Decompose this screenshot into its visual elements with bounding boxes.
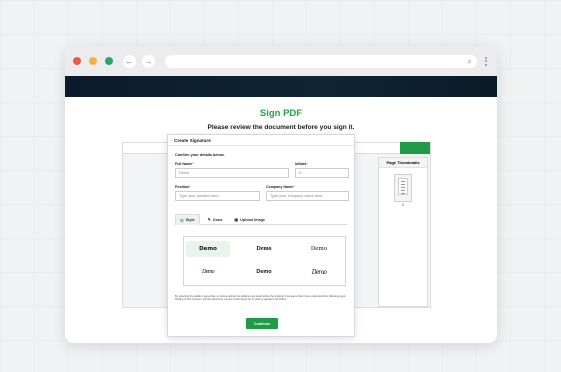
signature-style-option[interactable]: Demo (242, 241, 286, 257)
page-thumbnail-number: 1 (402, 203, 404, 207)
thumbnail-panel: Page Thumbnails 1 (378, 157, 428, 307)
back-arrow-icon[interactable]: ← (123, 54, 136, 68)
company-name-label: Company Name* (266, 185, 295, 189)
image-icon: ▣ (234, 217, 239, 222)
search-icon[interactable]: ⌕ (468, 57, 472, 67)
initials-label: Initials* (295, 162, 308, 166)
section-label: Confirm your details below. (175, 153, 225, 157)
position-label: Position* (175, 185, 191, 189)
signature-style-option[interactable]: Demo (242, 264, 286, 280)
signature-style-option[interactable]: Demo (186, 241, 230, 257)
viewer-action-button[interactable] (400, 142, 430, 154)
more-options-icon[interactable] (483, 56, 489, 66)
tab-draw[interactable]: ✎ Draw (204, 214, 227, 225)
page-title: Sign PDF (259, 108, 303, 119)
full-name-label: Full Name* (175, 162, 194, 166)
forward-arrow-icon[interactable]: → (142, 54, 155, 68)
page-subtitle: Please review the document before you si… (207, 124, 355, 131)
position-input[interactable]: Type your position here (175, 191, 260, 201)
style-icon: ☷ (180, 217, 184, 223)
tab-upload-image[interactable]: ▣ Upload Image (230, 214, 269, 225)
maximize-window-button[interactable] (105, 57, 113, 65)
dialog-title: Create Signature (168, 135, 354, 146)
close-window-button[interactable] (73, 57, 81, 65)
signature-style-option[interactable]: Demo (186, 264, 230, 280)
initials-input[interactable]: D (295, 168, 349, 178)
address-bar[interactable]: ⌕ (165, 54, 477, 68)
signature-style-option[interactable]: Demo (297, 241, 341, 257)
continue-button[interactable]: Continue (246, 318, 278, 329)
create-signature-dialog: Create Signature Confirm your details be… (167, 134, 355, 337)
site-header-bar (65, 76, 497, 97)
company-name-input[interactable]: Type your company name here (266, 191, 349, 201)
signature-tabs: ☷ Style ✎ Draw ▣ Upload Image (175, 214, 347, 225)
signature-style-option[interactable]: Demo (297, 264, 341, 280)
minimize-window-button[interactable] (89, 57, 97, 65)
tab-style[interactable]: ☷ Style (175, 214, 200, 225)
legal-disclaimer: By selecting the details I agree that my… (175, 295, 346, 302)
page-thumbnail[interactable] (394, 174, 412, 202)
browser-window: ← → ⌕ Sign PDF Please review the documen… (65, 46, 497, 343)
page-content: Sign PDF Please review the document befo… (65, 97, 497, 343)
full-name-input[interactable]: Demo (175, 168, 289, 178)
signature-style-options: Demo Demo Demo Demo Demo Demo (183, 236, 346, 286)
pencil-icon: ✎ (207, 217, 212, 222)
thumbnail-panel-title: Page Thumbnails (379, 158, 427, 168)
browser-toolbar: ← → ⌕ (65, 46, 497, 76)
